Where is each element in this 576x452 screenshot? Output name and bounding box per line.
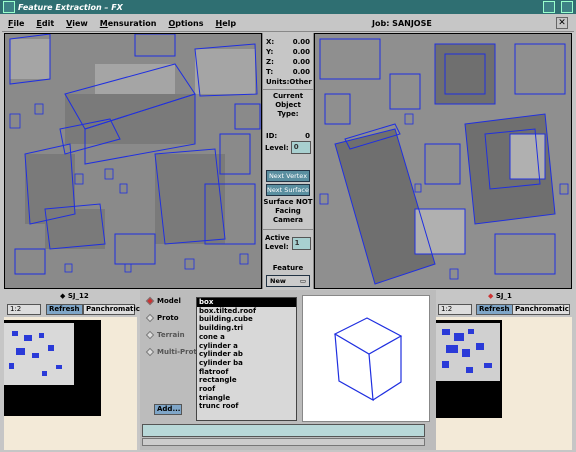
radio-selected-icon — [145, 296, 155, 306]
menu-file[interactable]: File — [8, 19, 24, 28]
right-zoom-select[interactable]: 1:2 — [438, 304, 472, 315]
list-item[interactable]: roof — [197, 385, 296, 394]
level-label: Level: — [265, 143, 289, 152]
model-list[interactable]: box box.tilted.roof building.cube buildi… — [196, 297, 297, 421]
radio-proto[interactable]: Proto — [145, 313, 202, 323]
close-icon[interactable]: ✕ — [556, 17, 568, 29]
left-refresh-button[interactable]: Refresh — [46, 304, 83, 315]
title-bar: Feature Extraction – FX — [0, 0, 576, 14]
radio-icon — [145, 347, 155, 357]
job-label: Job: SANJOSE — [372, 18, 432, 28]
left-image-viewport[interactable] — [4, 33, 262, 289]
surface-status: Surface NOT Facing Camera — [263, 198, 313, 224]
active-label: Active — [265, 234, 290, 242]
level-field[interactable]: 0 — [290, 141, 311, 154]
chevron-down-icon: ▭ — [299, 277, 306, 285]
coord-z: Z: 0.00 — [266, 58, 310, 66]
right-image-viewport[interactable] — [314, 33, 572, 289]
list-item[interactable]: building.tri — [197, 324, 296, 333]
left-view-name: ◆ SJ_12 — [60, 292, 89, 300]
left-band-select[interactable]: Panchromatic — [83, 304, 140, 315]
id-row: ID: 0 — [266, 132, 310, 140]
menu-view[interactable]: View — [66, 19, 88, 28]
list-item[interactable]: cylinder a — [197, 342, 296, 351]
radio-multi-proto[interactable]: Multi-Proto — [145, 347, 202, 357]
list-item[interactable]: box — [197, 298, 296, 307]
radio-model[interactable]: Model — [145, 296, 202, 306]
left-overview-panel: ◆ SJ_12 1:2 Refresh Panchromatic — [4, 290, 140, 450]
list-item[interactable]: rectangle — [197, 376, 296, 385]
menu-help[interactable]: Help — [216, 19, 237, 28]
wireframe-overlay-left — [9, 34, 261, 275]
left-overview-image[interactable] — [4, 320, 101, 416]
window-title: Feature Extraction – FX — [18, 2, 123, 12]
radio-icon — [145, 313, 155, 323]
list-item[interactable]: trunc roof — [197, 402, 296, 411]
add-button[interactable]: Add... — [154, 404, 182, 415]
type-label: Type: — [277, 110, 299, 118]
window-menu-button[interactable] — [3, 1, 15, 13]
radio-icon — [145, 330, 155, 340]
list-item[interactable]: building.cube — [197, 315, 296, 324]
right-band-select[interactable]: Panchromatic — [512, 304, 570, 315]
right-overview-image[interactable] — [436, 320, 502, 418]
list-item[interactable]: box.tilted.roof — [197, 307, 296, 316]
maximize-button[interactable] — [561, 1, 573, 13]
list-item[interactable]: cylinder ba — [197, 359, 296, 368]
coord-t: T: 0.00 — [266, 68, 310, 76]
left-overview-marks — [9, 331, 62, 376]
coord-y: Y: 0.00 — [266, 48, 310, 56]
next-vertex-button[interactable]: Next Vertex — [266, 170, 310, 182]
status-field[interactable] — [142, 424, 425, 437]
cube-wireframe-icon — [333, 317, 403, 402]
menu-bar: File Edit View Mensuration Options Help … — [2, 15, 574, 32]
left-zoom-select[interactable]: 1:2 — [7, 304, 41, 315]
units: Units: Other — [266, 78, 312, 86]
active-level-field[interactable]: 1 — [291, 236, 311, 250]
control-panel: X: 0.00 Y: 0.00 Z: 0.00 T: 0.00 Units: Other … — [262, 33, 314, 289]
level-label-2: Level: — [265, 243, 289, 251]
model-preview[interactable] — [302, 295, 430, 422]
coord-x: X: 0.00 — [266, 38, 310, 46]
right-refresh-button[interactable]: Refresh — [476, 304, 513, 315]
model-radio-group: Model Proto Terrain Multi-Proto — [145, 296, 202, 365]
feature-new-dropdown[interactable]: New ▭ — [266, 275, 310, 287]
right-overview-panel: ◆ SJ_1 1:2 Refresh Panchromatic — [436, 290, 572, 450]
current-object-title: Current Object — [272, 92, 304, 109]
minimize-button[interactable] — [543, 1, 555, 13]
wireframe-overlay-right — [319, 38, 569, 285]
list-item[interactable]: cone a — [197, 333, 296, 342]
list-item[interactable]: triangle — [197, 394, 296, 403]
right-overview-marks — [442, 329, 492, 373]
feature-label: Feature — [272, 264, 304, 272]
menu-edit[interactable]: Edit — [36, 19, 54, 28]
menu-options[interactable]: Options — [168, 19, 203, 28]
horizontal-scrollbar[interactable] — [142, 438, 425, 446]
right-view-name: ◆ SJ_1 — [488, 292, 512, 300]
menu-mensuration[interactable]: Mensuration — [100, 19, 157, 28]
list-item[interactable]: flatroof — [197, 368, 296, 377]
list-item[interactable]: cylinder ab — [197, 350, 296, 359]
radio-terrain[interactable]: Terrain — [145, 330, 202, 340]
next-surface-button[interactable]: Next Surface — [266, 184, 310, 196]
